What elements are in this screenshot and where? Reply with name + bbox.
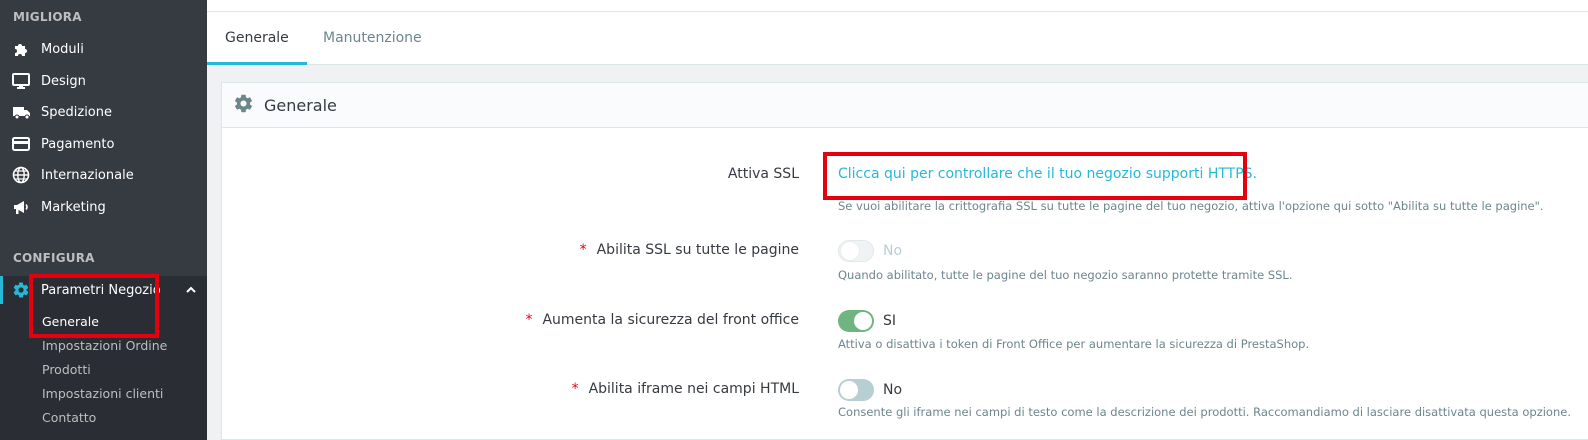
gear-icon [233,93,254,118]
sidebar-item-internazionale[interactable]: Internazionale [0,161,207,189]
iframe-html-value: No [883,382,903,398]
card-header: Generale [222,83,1588,128]
sidebar-item-label: Marketing [41,199,106,215]
sidebar-item-label: Pagamento [41,136,115,152]
label-front-office-security: * Aumenta la sicurezza del front office [525,312,799,328]
sidebar-item-label: Design [41,73,86,89]
help-attiva-ssl: Se vuoi abilitare la crittografia SSL su… [838,199,1544,213]
help-ssl-all-pages: Quando abilitato, tutte le pagine del tu… [838,268,1293,282]
label-iframe-html: * Abilita iframe nei campi HTML [571,381,799,397]
required-asterisk: * [571,381,579,397]
sidebar-item-label: Spedizione [41,104,112,120]
sidebar: MIGLIORA Moduli Design Spedizione Pagame… [0,0,207,440]
sidebar-item-design[interactable]: Design [0,67,207,95]
front-office-security-toggle[interactable] [838,310,874,332]
front-office-security-value: SI [883,313,897,329]
header-strip [207,0,1588,12]
puzzle-icon [12,40,34,58]
required-asterisk: * [525,312,533,328]
sidebar-item-moduli[interactable]: Moduli [0,35,207,63]
submenu-item-contatto[interactable]: Contatto [42,410,96,425]
card-title: Generale [264,95,337,115]
toggle-knob [841,242,859,260]
submenu-item-prodotti[interactable]: Prodotti [42,362,91,377]
credit-card-icon [12,135,34,153]
ssl-all-pages-value: No [883,243,903,259]
section-title-migliora: MIGLIORA [13,10,82,24]
sidebar-item-marketing[interactable]: Marketing [0,193,207,221]
sidebar-item-label: Internazionale [41,167,134,183]
megaphone-icon [12,198,34,216]
active-indicator [0,276,3,304]
sidebar-item-parametri-negozio[interactable]: Parametri Negozio [0,276,207,304]
submenu-item-generale[interactable]: Generale [42,314,99,329]
toggle-knob [854,312,872,330]
sidebar-item-label: Parametri Negozio [41,282,161,298]
tab-generale[interactable]: Generale [207,12,307,65]
chevron-up-icon[interactable] [185,284,197,300]
ssl-all-pages-toggle[interactable] [838,240,874,262]
gear-icon [12,281,34,299]
toggle-knob [840,381,858,399]
section-title-configura: CONFIGURA [13,251,95,265]
settings-card: Generale [221,82,1588,440]
required-asterisk: * [579,242,587,258]
submenu-item-impostazioni-clienti[interactable]: Impostazioni clienti [42,386,163,401]
globe-icon [12,166,34,184]
submenu-item-impostazioni-ordine[interactable]: Impostazioni Ordine [42,338,167,353]
label-attiva-ssl: Attiva SSL [727,166,799,182]
sidebar-item-spedizione[interactable]: Spedizione [0,98,207,126]
sidebar-item-label: Moduli [41,41,84,57]
truck-icon [12,103,34,121]
help-iframe-html: Consente gli iframe nei campi di testo c… [838,405,1571,419]
tab-bar: Generale Manutenzione [207,12,1588,65]
ssl-check-link[interactable]: Clicca qui per controllare che il tuo ne… [838,166,1257,182]
label-ssl-all-pages: * Abilita SSL su tutte le pagine [579,242,799,258]
help-front-office-security: Attiva o disattiva i token di Front Offi… [838,337,1310,351]
tab-manutenzione[interactable]: Manutenzione [305,12,440,65]
iframe-html-toggle[interactable] [838,379,874,401]
monitor-icon [12,72,34,90]
sidebar-item-pagamento[interactable]: Pagamento [0,130,207,158]
